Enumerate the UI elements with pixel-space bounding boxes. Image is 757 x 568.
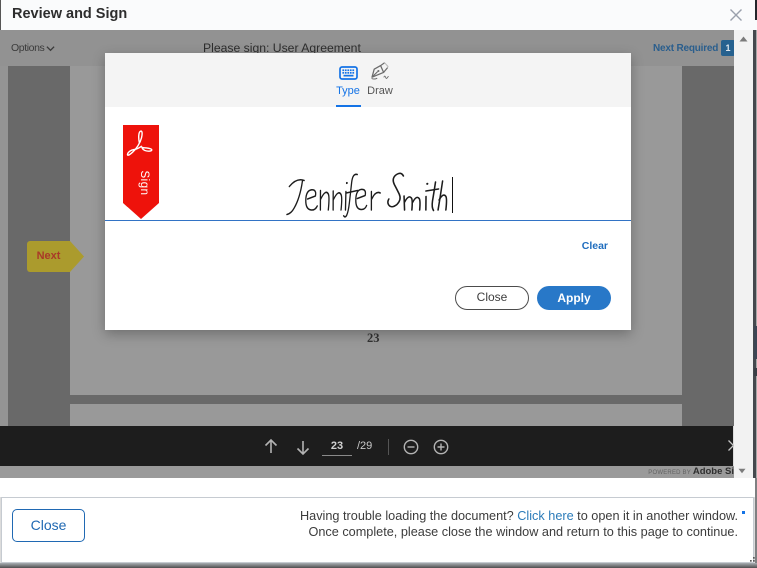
svg-text:Sign: Sign [138,170,150,195]
